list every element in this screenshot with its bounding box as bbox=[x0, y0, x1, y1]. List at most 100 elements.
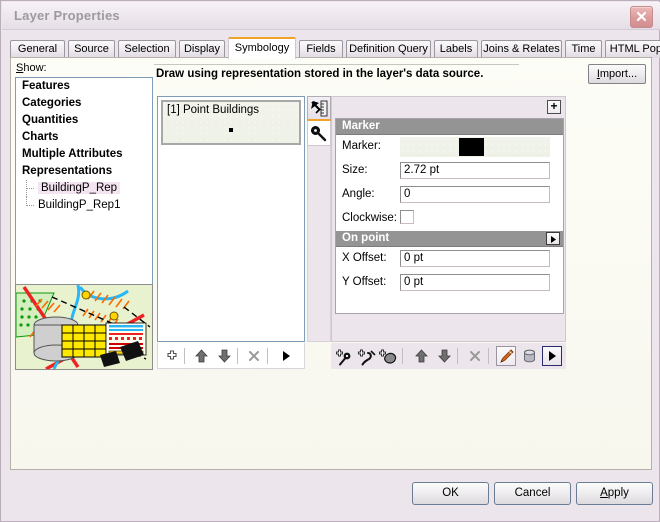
show-category-charts[interactable]: Charts bbox=[16, 129, 152, 146]
description-divider bbox=[154, 64, 519, 65]
clockwise-checkbox[interactable] bbox=[400, 210, 414, 224]
cancel-button[interactable]: Cancel bbox=[494, 482, 571, 505]
show-representations: BuildingP_Rep BuildingP_Rep1 bbox=[16, 180, 152, 214]
import-button[interactable]: Import... bbox=[588, 64, 646, 84]
show-category-quantities[interactable]: Quantities bbox=[16, 112, 152, 129]
property-row: Clockwise: bbox=[336, 207, 563, 231]
x-icon bbox=[470, 351, 480, 361]
tree-branch-icon bbox=[26, 180, 36, 197]
vertical-tab-key-tool[interactable] bbox=[307, 121, 331, 146]
show-category-multiple-attributes[interactable]: Multiple Attributes bbox=[16, 146, 152, 163]
rule-item-label: [1] Point Buildings bbox=[167, 104, 260, 116]
add-rule-button[interactable] bbox=[162, 346, 182, 366]
property-group-menu-button[interactable] bbox=[546, 232, 560, 245]
show-label-rest: how: bbox=[23, 62, 47, 74]
property-input-size[interactable]: 2.72 pt bbox=[400, 162, 550, 179]
marker-swatch-area[interactable] bbox=[400, 137, 550, 157]
tree-branch-icon bbox=[26, 197, 36, 206]
move-layer-down-button[interactable] bbox=[434, 346, 454, 366]
ok-button[interactable]: OK bbox=[412, 482, 489, 505]
tab-time[interactable]: Time bbox=[565, 40, 602, 58]
layer-menu-button[interactable] bbox=[542, 346, 562, 366]
move-layer-up-button[interactable] bbox=[411, 346, 431, 366]
ruler-arrow-icon bbox=[311, 100, 328, 117]
rules-list[interactable]: [1] Point Buildings bbox=[157, 96, 305, 342]
show-representation-item[interactable]: BuildingP_Rep1 bbox=[16, 197, 152, 214]
property-group-title: Marker bbox=[342, 120, 380, 132]
close-icon bbox=[636, 11, 647, 22]
expand-all-button[interactable]: + bbox=[547, 100, 561, 114]
tab-source[interactable]: Source bbox=[68, 40, 115, 58]
marker-color-swatch[interactable] bbox=[459, 138, 484, 156]
rule-menu-button[interactable] bbox=[276, 346, 296, 366]
property-input-angle[interactable]: 0 bbox=[400, 186, 550, 203]
add-fill-icon bbox=[378, 349, 396, 364]
property-row: X Offset: 0 pt bbox=[336, 247, 563, 271]
add-line-icon bbox=[357, 349, 376, 366]
global-effect-button[interactable] bbox=[519, 346, 539, 366]
tab-html-popup[interactable]: HTML Popup bbox=[605, 40, 660, 58]
property-label: Size: bbox=[342, 164, 368, 176]
delete-layer-button[interactable] bbox=[465, 346, 485, 366]
description-text: Draw using representation stored in the … bbox=[156, 68, 484, 80]
property-group-title: On point bbox=[342, 232, 390, 244]
tab-joins-relates[interactable]: Joins & Relates bbox=[481, 40, 562, 58]
arrow-down-icon bbox=[217, 349, 231, 363]
tab-fields[interactable]: Fields bbox=[299, 40, 343, 58]
geometric-effect-button[interactable] bbox=[496, 346, 516, 366]
add-marker-icon bbox=[335, 349, 350, 366]
arrow-down-icon bbox=[437, 349, 451, 363]
apply-button[interactable]: Apply bbox=[576, 482, 653, 505]
property-label: Marker: bbox=[342, 140, 381, 152]
vertical-tab-rule-tool[interactable] bbox=[307, 96, 331, 121]
import-rest: mport... bbox=[599, 68, 638, 80]
property-row: Marker: bbox=[336, 135, 563, 159]
property-label: Y Offset: bbox=[342, 276, 387, 288]
show-category-features[interactable]: Features bbox=[16, 78, 152, 95]
tab-display[interactable]: Display bbox=[179, 40, 225, 58]
tab-definition-query[interactable]: Definition Query bbox=[346, 40, 431, 58]
layer-properties-dialog: Layer Properties General Source Selection D… bbox=[0, 0, 660, 522]
arrow-up-icon bbox=[414, 349, 428, 363]
property-row: Angle: 0 bbox=[336, 183, 563, 207]
show-representation-label: BuildingP_Rep bbox=[38, 182, 121, 194]
apply-rest: pply bbox=[607, 487, 629, 499]
arrow-up-icon bbox=[194, 349, 208, 363]
tab-selection[interactable]: Selection bbox=[118, 40, 176, 58]
property-group-header-on-point: On point bbox=[336, 231, 563, 247]
property-group-header-marker: Marker bbox=[336, 119, 563, 135]
rules-toolbar bbox=[157, 343, 305, 369]
close-button[interactable] bbox=[630, 6, 653, 28]
add-line-layer-button[interactable] bbox=[356, 346, 376, 366]
property-groups: Marker Marker: Size: 2.72 pt Angle: 0 Clockwis… bbox=[335, 118, 564, 314]
plus-cross-icon bbox=[167, 350, 177, 360]
tab-general[interactable]: General bbox=[10, 40, 65, 58]
property-label: X Offset: bbox=[342, 252, 387, 264]
apply-accel: A bbox=[600, 487, 608, 499]
show-list[interactable]: Features Categories Quantities Charts Multip… bbox=[15, 77, 153, 304]
description-bar: Draw using representation stored in the … bbox=[154, 64, 646, 88]
move-rule-up-button[interactable] bbox=[191, 346, 211, 366]
dialog-button-bar: OK Cancel Apply bbox=[1, 471, 660, 521]
property-input-x-offset[interactable]: 0 pt bbox=[400, 250, 550, 267]
window-title: Layer Properties bbox=[14, 8, 120, 23]
add-fill-layer-button[interactable] bbox=[378, 346, 398, 366]
move-rule-down-button[interactable] bbox=[214, 346, 234, 366]
tab-symbology[interactable]: Symbology bbox=[228, 37, 296, 59]
play-triangle-icon bbox=[548, 351, 556, 361]
rule-item[interactable]: [1] Point Buildings bbox=[161, 100, 301, 145]
show-category-representations[interactable]: Representations bbox=[16, 163, 152, 180]
show-representation-item[interactable]: BuildingP_Rep bbox=[16, 180, 152, 197]
delete-rule-button[interactable] bbox=[244, 346, 264, 366]
property-input-y-offset[interactable]: 0 pt bbox=[400, 274, 550, 291]
show-category-categories[interactable]: Categories bbox=[16, 95, 152, 112]
paintbrush-icon bbox=[499, 349, 514, 363]
tab-labels[interactable]: Labels bbox=[434, 40, 478, 58]
play-triangle-icon bbox=[282, 351, 290, 361]
cylinder-icon bbox=[523, 349, 535, 363]
add-marker-layer-button[interactable] bbox=[334, 346, 354, 366]
vertical-tab-strip bbox=[307, 96, 331, 342]
magnifier-key-icon bbox=[311, 126, 327, 142]
symbology-page: Show: Features Categories Quantities Charts… bbox=[10, 57, 652, 470]
show-categories: Features Categories Quantities Charts Multip… bbox=[16, 78, 152, 180]
